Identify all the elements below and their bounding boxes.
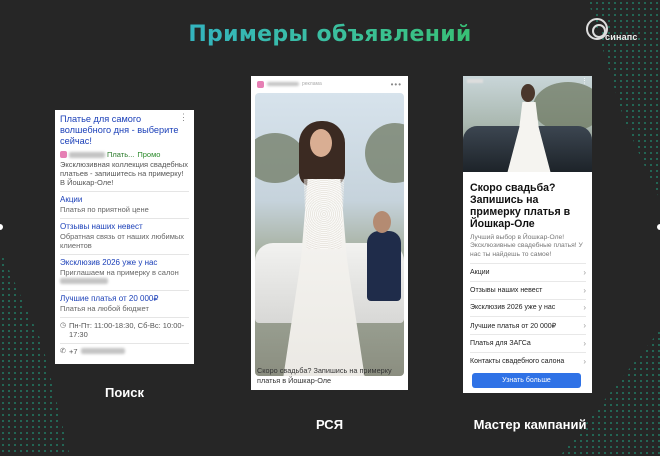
brand-logo: синапс bbox=[586, 18, 644, 48]
caption-search: Поиск bbox=[104, 385, 144, 400]
rsya-ad-text[interactable]: Скоро свадьба? Запишись на примерку плат… bbox=[257, 366, 403, 385]
more-icon[interactable]: ••• bbox=[391, 80, 402, 89]
promo-badge: Промо bbox=[137, 150, 161, 159]
divider bbox=[60, 317, 189, 318]
nav-dot-left[interactable] bbox=[0, 224, 3, 230]
list-item[interactable]: Отзывы наших невест › bbox=[470, 280, 586, 299]
sitelink-desc: Приглашаем на примерку в салон bbox=[60, 268, 179, 277]
blurred-address bbox=[60, 278, 108, 284]
blurred-phone bbox=[80, 348, 125, 354]
favicon-icon bbox=[60, 151, 67, 158]
slide-title: Примеры объявлений bbox=[0, 22, 660, 47]
clock-icon: ◷ bbox=[60, 322, 67, 329]
divider bbox=[60, 218, 189, 219]
divider bbox=[60, 343, 189, 344]
sitelink[interactable]: Отзывы наших невест Обратная связь от на… bbox=[60, 222, 189, 250]
search-ad-description: Эксклюзивная коллекция свадебных платьев… bbox=[60, 160, 189, 187]
divider bbox=[60, 191, 189, 192]
search-ad-domain: Плать... bbox=[107, 150, 135, 159]
sitelink[interactable]: Лучшие платья от 20 000₽ Платья на любой… bbox=[60, 294, 189, 313]
working-hours: ◷ Пн-Пт: 11:00-18:30, Сб-Вс: 10:00-17:30 bbox=[60, 321, 189, 339]
sitelink[interactable]: Акции Платья по приятной цене bbox=[60, 195, 189, 214]
divider bbox=[60, 290, 189, 291]
master-ad-card[interactable]: ⋮ Скоро свадьба? Запишись на примерку пл… bbox=[463, 76, 592, 393]
master-ad-links: Акции › Отзывы наших невест › Эксклюзив 20… bbox=[470, 263, 586, 370]
search-ad-url[interactable]: Плать... Промо bbox=[60, 150, 189, 159]
logo-text: синапс bbox=[605, 32, 638, 42]
hours-text: Пн-Пт: 11:00-18:30, Сб-Вс: 10:00-17:30 bbox=[69, 321, 185, 339]
sitelink-title[interactable]: Эксклюзив 2026 уже у нас bbox=[60, 258, 189, 268]
caption-master: Мастер кампаний bbox=[473, 417, 587, 432]
rsya-ad-header: реклама ••• bbox=[251, 76, 408, 92]
sitelink-title[interactable]: Лучшие платья от 20 000₽ bbox=[60, 294, 189, 304]
divider bbox=[60, 254, 189, 255]
list-item[interactable]: Платья для ЗАГСа › bbox=[470, 334, 586, 352]
sitelink-desc: Платья на любой бюджет bbox=[60, 304, 149, 313]
search-ad-card[interactable]: ⋮ Платье для самого волшебного дня - выб… bbox=[55, 110, 194, 364]
favicon-icon bbox=[257, 80, 264, 88]
sitelink-desc: Обратная связь от наших любимых клиентов bbox=[60, 232, 185, 250]
sitelink-title[interactable]: Отзывы наших невест bbox=[60, 222, 189, 232]
phone-prefix: +7 bbox=[69, 347, 78, 356]
master-ad-image[interactable]: ⋮ bbox=[463, 76, 592, 172]
chevron-right-icon: › bbox=[583, 303, 586, 313]
rsya-ad-card[interactable]: реклама ••• Скоро свадьба? Запишись на п… bbox=[251, 76, 408, 390]
chevron-right-icon: › bbox=[583, 321, 586, 331]
caption-rsya: РСЯ bbox=[315, 417, 344, 432]
blurred-domain bbox=[69, 151, 105, 158]
rsya-ad-image[interactable] bbox=[255, 93, 404, 376]
blurred-brand bbox=[467, 79, 483, 83]
ad-label: реклама bbox=[302, 81, 322, 87]
list-item[interactable]: Лучшие платья от 20 000₽ › bbox=[470, 316, 586, 334]
chevron-right-icon: › bbox=[583, 356, 586, 366]
chevron-right-icon: › bbox=[583, 267, 586, 277]
phone-row[interactable]: ✆ +7 bbox=[60, 347, 189, 356]
sitelink[interactable]: Эксклюзив 2026 уже у нас Приглашаем на п… bbox=[60, 258, 189, 286]
search-ad-headline[interactable]: Платье для самого волшебного дня - выбер… bbox=[60, 114, 189, 147]
master-ad-description: Лучший выбор в Йошкар-Оле! Эксклюзивные … bbox=[470, 234, 583, 258]
chevron-right-icon: › bbox=[583, 339, 586, 349]
sitelink-desc: Платья по приятной цене bbox=[60, 205, 149, 214]
blurred-domain bbox=[267, 82, 299, 86]
list-item[interactable]: Акции › bbox=[470, 263, 586, 281]
phone-icon: ✆ bbox=[60, 348, 66, 355]
master-ad-title[interactable]: Скоро свадьба? Запишись на примерку плат… bbox=[470, 182, 586, 230]
learn-more-button[interactable]: Узнать больше bbox=[472, 373, 581, 388]
list-item[interactable]: Контакты свадебного салона › bbox=[470, 351, 586, 370]
list-item[interactable]: Эксклюзив 2026 уже у нас › bbox=[470, 298, 586, 317]
kebab-icon[interactable]: ⋮ bbox=[179, 113, 188, 122]
sitelink-title[interactable]: Акции bbox=[60, 195, 189, 205]
more-icon[interactable]: ⋮ bbox=[581, 77, 588, 85]
chevron-right-icon: › bbox=[583, 285, 586, 295]
